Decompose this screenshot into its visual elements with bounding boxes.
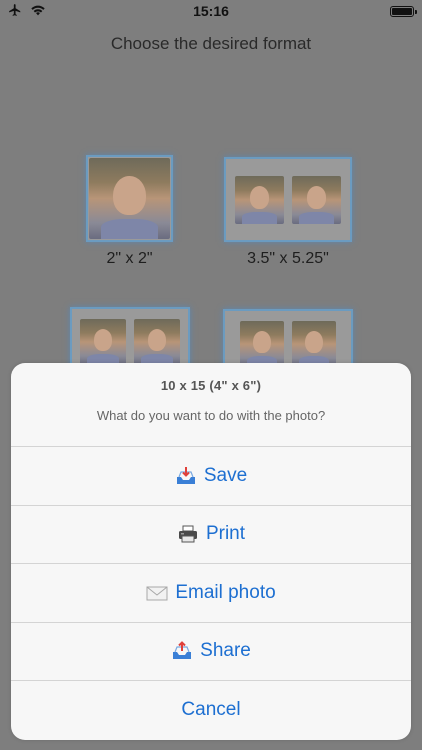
format-label: 2" x 2" xyxy=(106,250,153,267)
status-right xyxy=(334,5,417,17)
share-button[interactable]: Share xyxy=(11,623,411,681)
printer-icon xyxy=(177,524,199,544)
cancel-button[interactable]: Cancel xyxy=(11,681,411,740)
portrait-photo xyxy=(292,321,336,367)
format-label: 3.5" x 5.25" xyxy=(247,250,329,267)
save-label: Save xyxy=(203,464,248,486)
action-sheet-title: 10 x 15 (4" x 6") xyxy=(160,378,262,393)
share-label: Share xyxy=(200,640,251,662)
action-sheet-message: What do you want to do with the photo? xyxy=(96,408,326,423)
print-label: Print xyxy=(205,523,246,545)
status-left xyxy=(8,3,88,20)
inbox-tray-icon xyxy=(175,466,197,486)
status-bar: 15:16 xyxy=(0,0,422,22)
email-photo-label: Email photo xyxy=(175,581,276,603)
portrait-photo xyxy=(235,175,284,224)
email-photo-button[interactable]: Email photo xyxy=(11,564,411,623)
save-button[interactable]: Save xyxy=(11,447,411,506)
status-time: 15:16 xyxy=(193,3,229,19)
share-tray-icon xyxy=(171,641,193,661)
print-button[interactable]: Print xyxy=(11,506,411,564)
portrait-photo xyxy=(240,321,284,367)
portrait-photo xyxy=(292,175,341,224)
action-sheet-header: 10 x 15 (4" x 6") What do you want to do… xyxy=(11,363,411,447)
page-title: Choose the desired format xyxy=(110,34,312,53)
format-tile-2x2[interactable] xyxy=(86,155,173,242)
cancel-label: Cancel xyxy=(181,699,241,721)
portrait-photo xyxy=(89,158,170,239)
format-tile-3-5x5-25[interactable] xyxy=(224,157,352,242)
portrait-photo xyxy=(134,319,180,365)
envelope-icon xyxy=(146,583,168,603)
battery-icon xyxy=(390,5,417,17)
portrait-photo xyxy=(80,319,126,365)
wifi-icon xyxy=(30,3,46,19)
action-sheet: 10 x 15 (4" x 6") What do you want to do… xyxy=(11,363,411,740)
airplane-icon xyxy=(8,3,22,20)
